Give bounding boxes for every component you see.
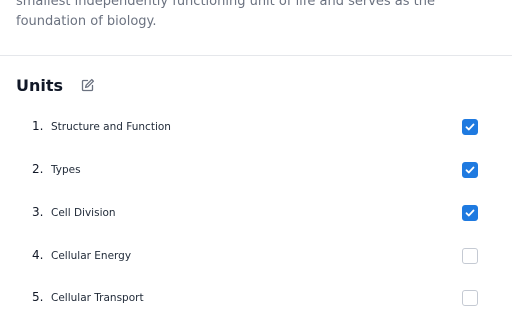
checkmark-icon	[465, 166, 475, 174]
unit-label: Cellular Energy	[51, 250, 132, 262]
unit-label: Structure and Function	[51, 121, 171, 133]
unit-checkbox[interactable]	[462, 248, 478, 264]
unit-row: 1. Structure and Function	[0, 114, 512, 142]
unit-row: 2. Types	[0, 157, 512, 185]
unit-checkbox[interactable]	[462, 290, 478, 306]
section-divider	[0, 55, 512, 56]
unit-number: 4.	[32, 248, 44, 262]
unit-checkbox[interactable]	[462, 119, 478, 135]
edit-icon[interactable]	[81, 78, 95, 92]
unit-number: 5.	[32, 290, 44, 304]
unit-checkbox[interactable]	[462, 162, 478, 178]
checkmark-icon	[465, 123, 475, 131]
unit-checkbox[interactable]	[462, 205, 478, 221]
units-header: Units	[16, 74, 95, 96]
unit-label: Cellular Transport	[51, 292, 144, 304]
unit-label: Cell Division	[51, 207, 116, 219]
units-title: Units	[16, 75, 64, 95]
unit-number: 3.	[32, 205, 44, 219]
checkmark-icon	[465, 209, 475, 217]
unit-row: 5. Cellular Transport	[0, 285, 512, 313]
unit-label: Types	[51, 164, 81, 176]
unit-row: 3. Cell Division	[0, 200, 512, 228]
unit-number: 2.	[32, 162, 44, 176]
unit-row: 4. Cellular Energy	[0, 243, 512, 271]
unit-number: 1.	[32, 119, 44, 133]
course-description: smallest independently functioning unit …	[16, 0, 436, 29]
